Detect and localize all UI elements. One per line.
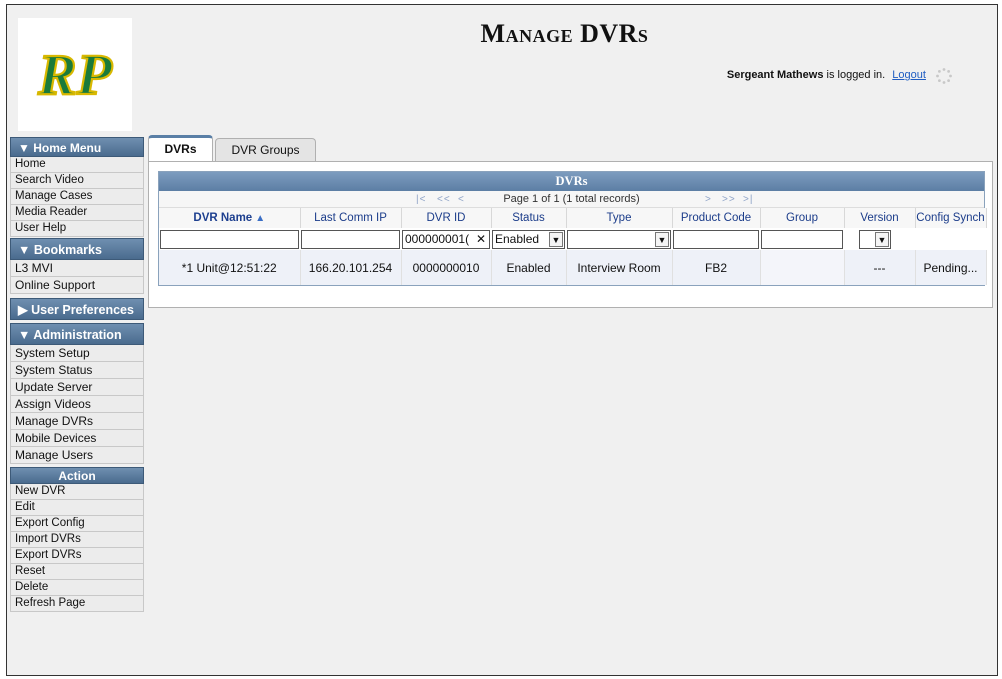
filter-row: 000000001( ✕ Enabled ▼ ▼ ▼ [159,228,986,250]
action-export-config[interactable]: Export Config [10,516,144,532]
loading-spinner-icon [936,68,952,84]
chevron-down-icon: ▼ [549,231,563,247]
sidebar-item-system-status[interactable]: System Status [10,362,144,379]
filter-last-comm-ip[interactable] [301,229,400,249]
col-type[interactable]: Type [566,208,673,228]
action-edit[interactable]: Edit [10,500,144,516]
dvr-grid: DVRs |< << < Page 1 of 1 (1 total record… [158,171,987,286]
pager-text: Page 1 of 1 (1 total records) [503,193,640,205]
filter-status-value: Enabled [495,231,540,246]
col-config-synch[interactable]: Config Synch [915,208,987,228]
table-row[interactable]: *1 Unit@12:51:22 166.20.101.254 00000000… [159,250,987,285]
action-delete[interactable]: Delete [10,580,144,596]
sidebar-item-system-setup[interactable]: System Setup [10,345,144,362]
col-product-code[interactable]: Product Code [672,208,761,228]
filter-type-select[interactable]: ▼ [567,229,671,249]
action-reset[interactable]: Reset [10,564,144,580]
tab-dvrs[interactable]: DVRs [148,135,213,161]
app-frame: RP Manage DVRs Sergeant Mathews is logge… [6,4,998,676]
filter-product-code[interactable] [673,229,759,249]
login-info: Sergeant Mathews is logged in. Logout [727,69,951,81]
col-group[interactable]: Group [760,208,845,228]
col-dvr-name[interactable]: DVR Name ▲ [159,208,301,228]
sidebar-item-user-help[interactable]: User Help [10,221,144,237]
tab-dvr-groups[interactable]: DVR Groups [215,138,316,161]
col-dvr-id[interactable]: DVR ID [401,208,492,228]
logout-link[interactable]: Logout [892,69,926,81]
cell-group [760,250,845,285]
sidebar-item-online-support[interactable]: Online Support [10,277,144,294]
login-suffix: is logged in. [823,69,886,81]
cell-dvr-id: 0000000010 [401,250,492,285]
cell-version: --- [844,250,916,285]
cell-status: Enabled [491,250,567,285]
cell-dvr-name: *1 Unit@12:51:22 [159,250,301,285]
last-page-icon[interactable]: >| [743,191,753,208]
next-page-icon[interactable]: > [705,191,712,208]
sort-asc-icon: ▲ [255,213,266,224]
col-version[interactable]: Version [844,208,916,228]
sidebar-item-search-video[interactable]: Search Video [10,173,144,189]
tab-panel: DVRs |< << < Page 1 of 1 (1 total record… [148,161,993,308]
sidebar-item-manage-dvrs[interactable]: Manage DVRs [10,413,144,430]
filter-status-select[interactable]: Enabled ▼ [492,229,565,249]
sidebar-item-manage-users[interactable]: Manage Users [10,447,144,464]
home-menu-list: Home Search Video Manage Cases Media Rea… [10,157,144,237]
chevron-down-icon: ▼ [875,231,889,247]
filter-group[interactable] [761,229,843,249]
filter-version-select[interactable]: ▼ [859,229,891,249]
action-refresh-page[interactable]: Refresh Page [10,596,144,612]
pager: |< << < Page 1 of 1 (1 total records) > … [159,191,984,208]
action-import-dvrs[interactable]: Import DVRs [10,532,144,548]
sidebar-item-manage-cases[interactable]: Manage Cases [10,189,144,205]
sidebar-item-l3-mvi[interactable]: L3 MVI [10,260,144,277]
cell-type: Interview Room [566,250,673,285]
page-title: Manage DVRs [480,19,649,48]
clear-filter-icon[interactable]: ✕ [476,231,486,248]
cell-config-synch: Pending... [915,250,987,285]
sidebar-item-mobile-devices[interactable]: Mobile Devices [10,430,144,447]
filter-dvr-id-value: 000000001( [405,231,470,246]
rp-logo: RP [18,18,132,131]
sidebar-item-media-reader[interactable]: Media Reader [10,205,144,221]
sidebar-item-home[interactable]: Home [10,157,144,173]
grid-title: DVRs [159,172,984,191]
action-header: Action [10,467,144,484]
home-menu-header[interactable]: ▼ Home Menu [10,137,144,157]
col-status[interactable]: Status [491,208,567,228]
bookmarks-header[interactable]: ▼ Bookmarks [10,238,144,260]
cell-product-code: FB2 [672,250,761,285]
sidebar: ▼ Home Menu Home Search Video Manage Cas… [10,136,144,612]
sidebar-item-assign-videos[interactable]: Assign Videos [10,396,144,413]
cell-last-comm-ip: 166.20.101.254 [300,250,402,285]
col-last-comm-ip[interactable]: Last Comm IP [300,208,402,228]
filter-dvr-id[interactable]: 000000001( ✕ [402,229,490,249]
col-label: DVR Name [193,212,253,224]
filter-dvr-name[interactable] [160,229,299,249]
dvr-table: DVR Name ▲ Last Comm IP DVR ID Status Typ… [159,208,987,285]
user-preferences-header[interactable]: ▶ User Preferences [10,298,144,320]
action-export-dvrs[interactable]: Export DVRs [10,548,144,564]
next-group-icon[interactable]: >> [722,191,736,208]
chevron-down-icon: ▼ [655,231,669,247]
user-name: Sergeant Mathews [726,69,824,81]
sidebar-item-update-server[interactable]: Update Server [10,379,144,396]
header-row: DVR Name ▲ Last Comm IP DVR ID Status Typ… [159,208,987,228]
administration-header[interactable]: ▼ Administration [10,323,144,345]
logo-lettering: RP [37,42,113,107]
action-new-dvr[interactable]: New DVR [10,484,144,500]
